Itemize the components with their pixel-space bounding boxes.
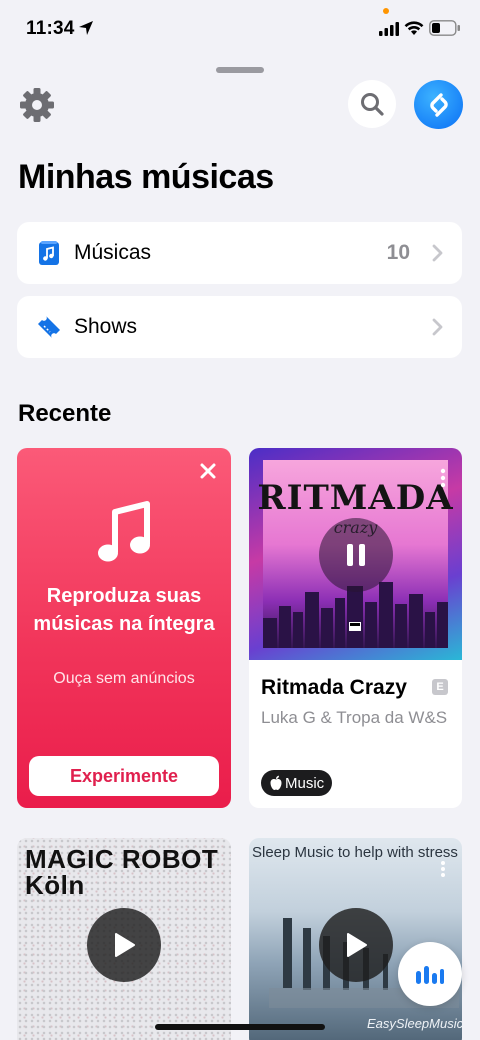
songs-label: Músicas: [74, 241, 152, 264]
try-button[interactable]: Experimente: [29, 756, 219, 796]
chevron-right-icon: [432, 318, 443, 336]
shows-label: Shows: [74, 315, 138, 338]
apple-music-badge[interactable]: Music: [261, 770, 333, 796]
recent-track-card[interactable]: RITMADA crazy Ritmada Crazy E Luka G: [249, 448, 462, 808]
section-title-recent: Recente: [18, 400, 112, 427]
ticket-icon: [38, 316, 60, 338]
explicit-badge: E: [432, 679, 448, 695]
gear-icon: [20, 88, 54, 122]
search-icon: [361, 93, 384, 116]
shazam-button[interactable]: [414, 80, 463, 129]
home-indicator: [155, 1024, 325, 1030]
battery-icon: [429, 20, 460, 36]
music-note-icon: [98, 501, 150, 562]
pause-button[interactable]: [319, 518, 393, 592]
pause-icon: [347, 544, 365, 566]
apple-music-badge-label: Music: [285, 774, 325, 792]
recent-track-card[interactable]: Sleep Music to help with stress EasySlee…: [249, 838, 462, 1040]
songs-row[interactable]: Músicas 10: [17, 222, 462, 284]
songs-count: 10: [386, 241, 410, 264]
more-icon[interactable]: [440, 468, 446, 488]
shows-row[interactable]: Shows: [17, 296, 462, 358]
privacy-indicator: [383, 8, 389, 14]
chevron-right-icon: [432, 244, 443, 262]
promo-headline: Reproduza suas músicas na íntegra: [33, 585, 215, 635]
apple-music-promo-card: Reproduza suas músicas na íntegra Ouça s…: [17, 448, 231, 808]
play-button[interactable]: [87, 908, 161, 982]
track-title: Ritmada Crazy: [261, 676, 407, 699]
cover-title: Sleep Music to help with stress: [252, 844, 458, 861]
play-icon: [115, 933, 135, 957]
equalizer-icon: [416, 966, 444, 984]
cover-title: MAGIC ROBOT Köln: [25, 844, 219, 900]
music-note-icon: [39, 241, 59, 265]
wifi-icon: [404, 21, 424, 35]
shazam-icon: [429, 92, 448, 117]
more-icon[interactable]: [440, 860, 446, 878]
play-icon: [347, 933, 367, 957]
page-title: Minhas músicas: [18, 158, 274, 196]
play-button[interactable]: [319, 908, 393, 982]
status-time: 11:34: [26, 18, 75, 39]
cover-brand: EasySleepMusic: [367, 1016, 462, 1031]
status-bar: 11:34: [0, 0, 480, 58]
signal-icon: [379, 22, 399, 36]
now-playing-button[interactable]: [398, 942, 462, 1006]
location-arrow-icon: [79, 21, 93, 35]
search-button[interactable]: [348, 80, 396, 128]
recent-track-card[interactable]: MAGIC ROBOT Köln: [17, 838, 231, 1040]
cover-title: RITMADA: [257, 478, 454, 518]
close-icon[interactable]: [199, 462, 217, 480]
settings-button[interactable]: [18, 86, 56, 124]
track-artist: Luka G & Tropa da W&S: [261, 708, 448, 727]
sheet-grabber[interactable]: [216, 67, 264, 73]
promo-subtitle: Ouça sem anúncios: [53, 670, 195, 687]
album-cover: RITMADA crazy: [249, 448, 462, 660]
apple-icon: [270, 775, 282, 790]
